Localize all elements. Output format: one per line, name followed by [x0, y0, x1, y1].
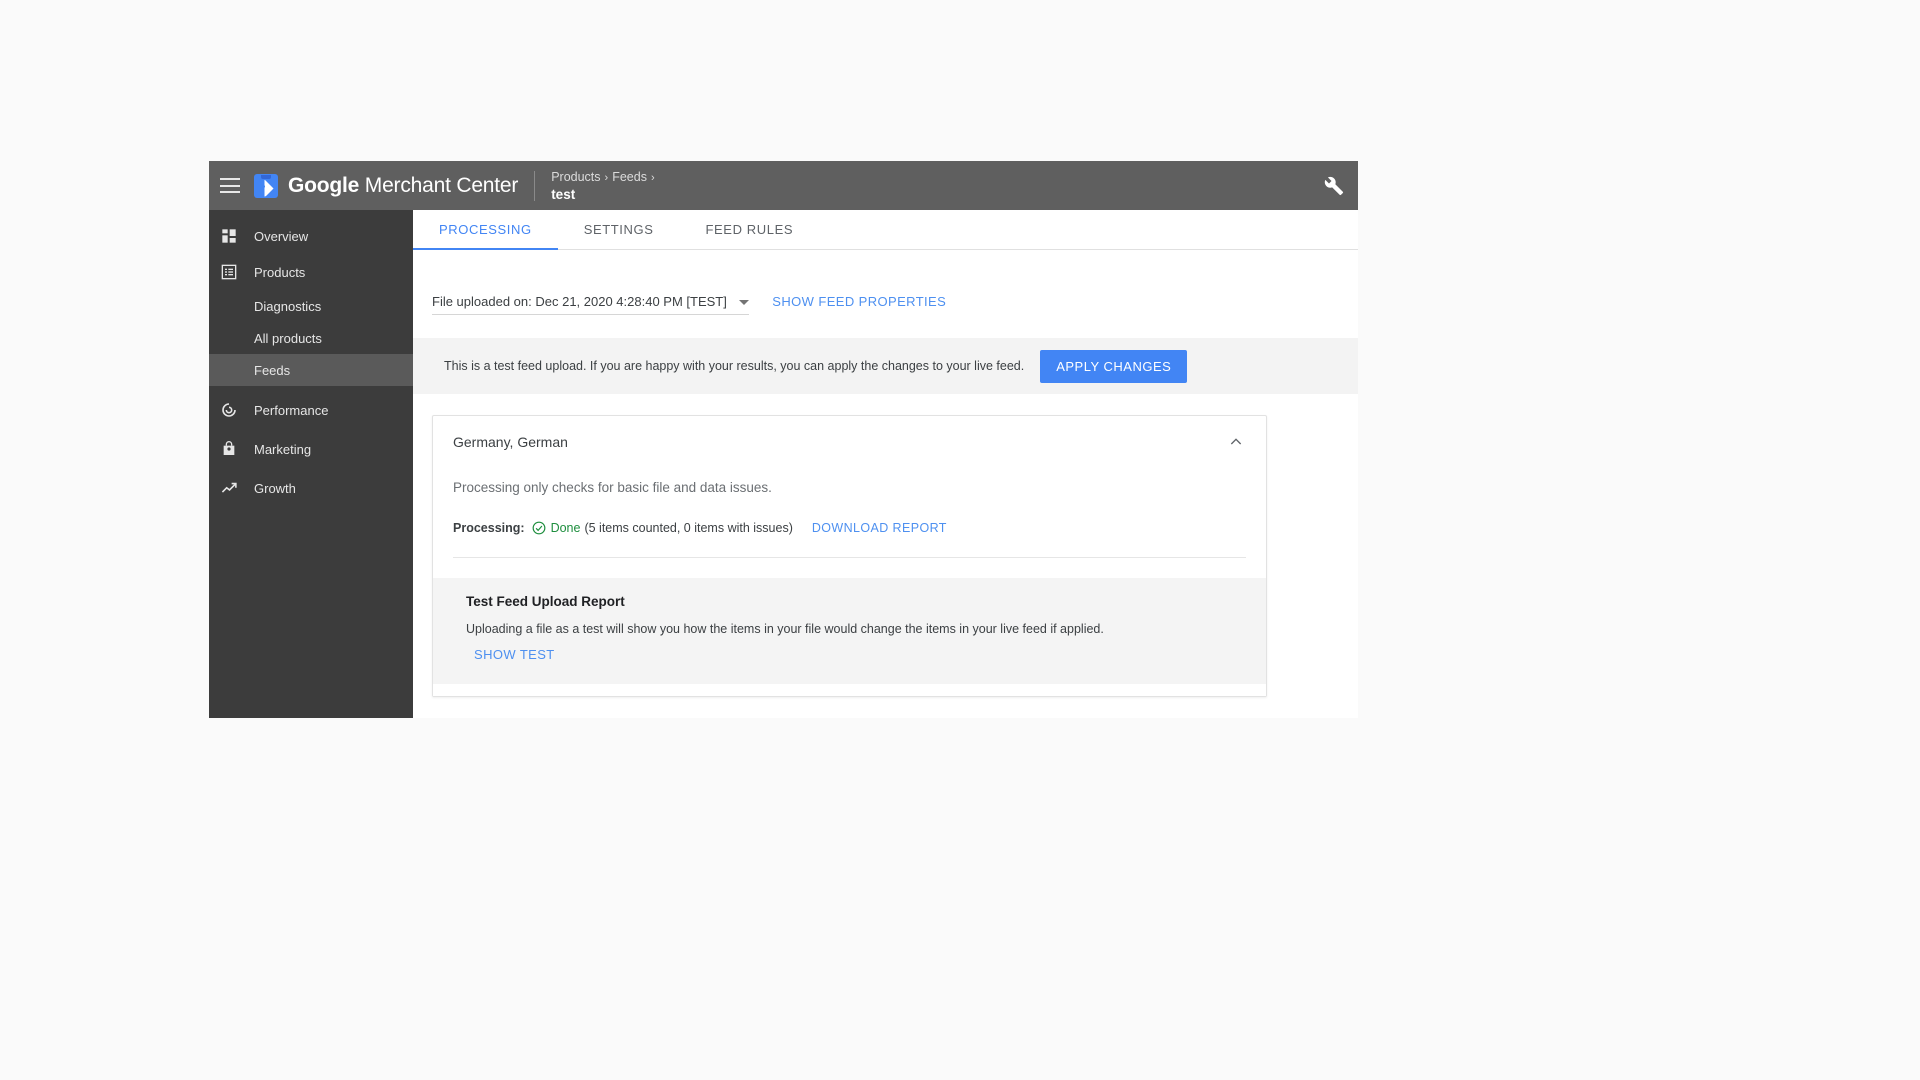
tab-processing[interactable]: PROCESSING [413, 210, 558, 250]
sidebar-item-marketing[interactable]: Marketing [209, 431, 413, 467]
hamburger-menu-icon[interactable] [220, 178, 240, 193]
sidebar-item-label: All products [254, 330, 322, 346]
feed-result-card: Germany, German Processing only checks f… [432, 415, 1267, 697]
tab-bar: PROCESSING SETTINGS FEED RULES [413, 210, 1358, 250]
merchant-center-window: Google Merchant Center Products › Feeds › t… [209, 161, 1358, 718]
sidebar-item-label: Products [254, 264, 306, 280]
header-divider [534, 170, 536, 201]
chevron-down-icon[interactable] [738, 300, 749, 305]
brand-light: Merchant Center [359, 173, 519, 197]
breadcrumb-separator: › [604, 171, 609, 184]
products-list-icon [220, 263, 238, 281]
sidebar-item-label: Performance [254, 402, 329, 418]
status-label: Processing: [453, 521, 525, 535]
sidebar-item-label: Feeds [254, 362, 291, 378]
test-feed-upload-report: Test Feed Upload Report Uploading a file… [433, 578, 1266, 684]
show-test-link[interactable]: SHOW TEST [474, 647, 555, 662]
status-detail: (5 items counted, 0 items with issues) [584, 521, 793, 535]
brand-title: Google Merchant Center [288, 174, 518, 198]
test-feed-notice-banner: This is a test feed upload. If you are h… [413, 338, 1358, 394]
wrench-icon[interactable] [1324, 176, 1344, 196]
sidebar-item-overview[interactable]: Overview [209, 218, 413, 254]
check-circle-icon [532, 521, 545, 535]
sidebar-item-performance[interactable]: Performance [209, 392, 413, 428]
show-feed-properties-link[interactable]: SHOW FEED PROPERTIES [772, 294, 946, 309]
breadcrumb-separator-2: › [650, 171, 655, 184]
tab-feed-rules[interactable]: FEED RULES [680, 210, 820, 249]
sidebar-item-label: Diagnostics [254, 298, 322, 314]
processing-status-row: Processing: Done (5 items counted, 0 ite… [453, 521, 1246, 558]
processing-panel: File uploaded on: Dec 21, 2020 4:28:40 P… [413, 250, 1358, 718]
sidebar-item-growth[interactable]: Growth [209, 470, 413, 506]
card-title: Germany, German [453, 434, 568, 450]
dashboard-icon [220, 227, 238, 245]
status-value: Done [550, 521, 581, 535]
tab-label: PROCESSING [439, 222, 532, 237]
download-report-link[interactable]: DOWNLOAD REPORT [812, 521, 947, 535]
shopping-bag-icon [220, 440, 238, 458]
performance-circle-icon [220, 401, 238, 419]
tab-settings[interactable]: SETTINGS [558, 210, 680, 249]
sidebar-nav: Overview Products Diagnostics All produc [209, 210, 413, 718]
apply-changes-button[interactable]: APPLY CHANGES [1040, 349, 1188, 383]
sidebar-item-label: Marketing [254, 441, 312, 457]
notice-text: This is a test feed upload. If you are h… [444, 359, 1025, 373]
brand-bold: Google [288, 173, 360, 197]
sidebar-item-all-products[interactable]: All products [209, 322, 413, 354]
tab-label: FEED RULES [705, 222, 794, 237]
file-upload-select[interactable]: File uploaded on: Dec 21, 2020 4:28:40 P… [432, 294, 749, 315]
card-body: Processing only checks for basic file an… [433, 468, 1266, 684]
sidebar-item-products[interactable]: Products [209, 254, 413, 290]
top-app-bar: Google Merchant Center Products › Feeds › t… [209, 161, 1358, 210]
breadcrumb-item-products[interactable]: Products [551, 170, 600, 184]
sidebar-item-label: Growth [254, 480, 296, 496]
processing-description: Processing only checks for basic file an… [453, 480, 772, 495]
card-footer-spacer [433, 684, 1266, 696]
trending-up-icon [220, 479, 238, 497]
breadcrumb-item-feeds[interactable]: Feeds [612, 170, 647, 184]
card-header[interactable]: Germany, German [433, 416, 1266, 468]
breadcrumb: Products › Feeds › test [551, 170, 658, 202]
sidebar-item-feeds[interactable]: Feeds [209, 354, 413, 386]
file-upload-label: File uploaded on: Dec 21, 2020 4:28:40 P… [432, 294, 727, 309]
report-title: Test Feed Upload Report [466, 594, 625, 609]
sidebar-item-label: Overview [254, 228, 309, 244]
sidebar-item-diagnostics[interactable]: Diagnostics [209, 290, 413, 322]
breadcrumb-current: test [551, 186, 576, 202]
tab-label: SETTINGS [583, 222, 654, 237]
report-description: Uploading a file as a test will show you… [466, 622, 1104, 636]
merchant-tag-icon [254, 173, 278, 198]
chevron-up-icon[interactable] [1228, 434, 1244, 450]
main-content: PROCESSING SETTINGS FEED RULES File uplo… [413, 210, 1358, 718]
